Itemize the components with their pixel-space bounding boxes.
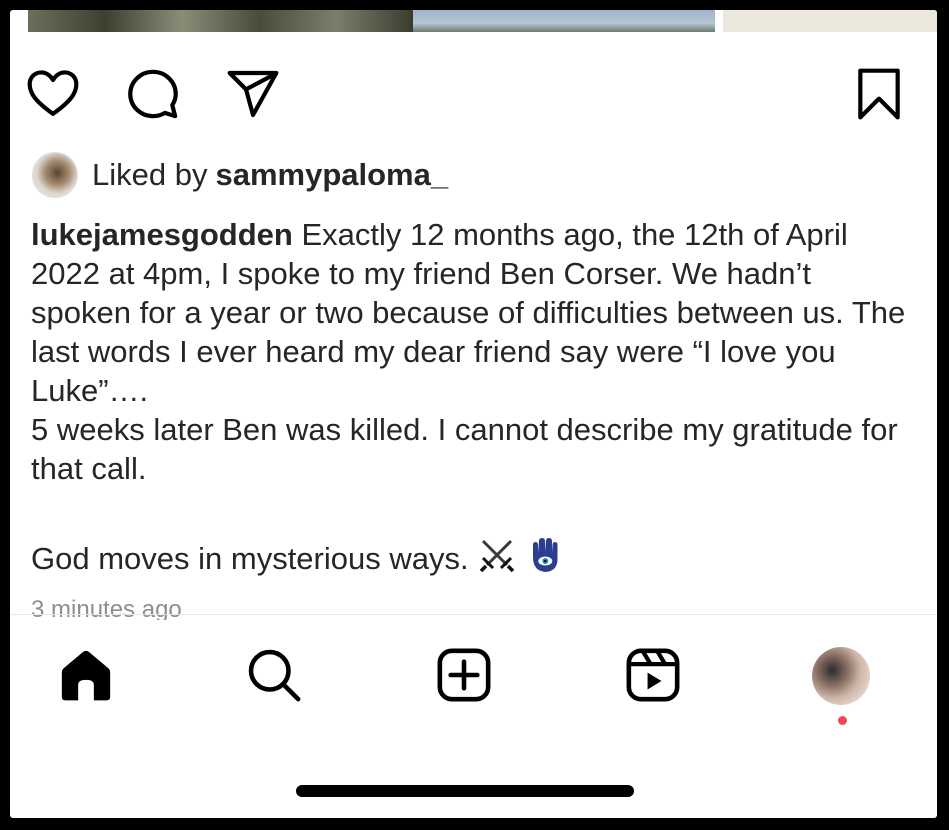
comment-button[interactable]: [124, 65, 182, 123]
caption-username[interactable]: lukejamesgodden: [31, 217, 293, 252]
plus-square-icon: [437, 648, 491, 702]
bookmark-icon: [858, 68, 900, 120]
save-button[interactable]: [850, 65, 908, 123]
liker-username[interactable]: sammypaloma_: [215, 157, 448, 193]
search-icon: [248, 649, 301, 702]
nav-search-button[interactable]: [243, 644, 305, 706]
post-photo-bottom-edge[interactable]: [10, 10, 937, 32]
caption-paragraph-1: lukejamesgodden Exactly 12 months ago, t…: [31, 215, 911, 410]
nav-create-button[interactable]: [433, 644, 495, 706]
nav-profile-avatar[interactable]: [812, 647, 870, 705]
hamsa-icon: [532, 538, 558, 572]
nav-home-button[interactable]: [55, 644, 117, 706]
notification-dot: [838, 716, 847, 725]
post-timestamp[interactable]: 3 minutes ago: [31, 596, 182, 620]
comment-icon: [128, 69, 178, 119]
liked-by-label: Liked by: [92, 157, 208, 192]
heart-icon: [27, 70, 79, 116]
app-screen: Liked by sammypaloma_ lukejamesgodden Ex…: [10, 10, 937, 818]
reels-icon: [626, 648, 680, 702]
caption-text-3: God moves in mysterious ways.: [31, 541, 469, 576]
nav-reels-button[interactable]: [622, 644, 684, 706]
caption-paragraph-3: God moves in mysterious ways.: [31, 535, 911, 584]
photo-slice-pattern: [723, 10, 937, 32]
post-caption: lukejamesgodden Exactly 12 months ago, t…: [31, 215, 911, 584]
hamsa-emoji: [525, 535, 565, 584]
home-icon: [61, 650, 111, 701]
liker-avatar[interactable]: [32, 152, 78, 198]
share-button[interactable]: [224, 65, 282, 123]
tab-bar-divider: [10, 614, 937, 615]
crossed-swords-icon: [479, 539, 514, 573]
caption-text-2: 5 weeks later Ben was killed. I cannot d…: [31, 412, 898, 486]
photo-slice-trees: [28, 10, 413, 32]
post-action-bar: [24, 65, 937, 125]
like-button[interactable]: [24, 65, 82, 123]
home-indicator[interactable]: [296, 785, 634, 797]
paper-plane-icon: [227, 70, 279, 118]
liked-by-row[interactable]: Liked by sammypaloma_: [32, 152, 448, 198]
photo-slice-sky: [413, 10, 715, 32]
crossed-swords-emoji: [477, 535, 517, 584]
